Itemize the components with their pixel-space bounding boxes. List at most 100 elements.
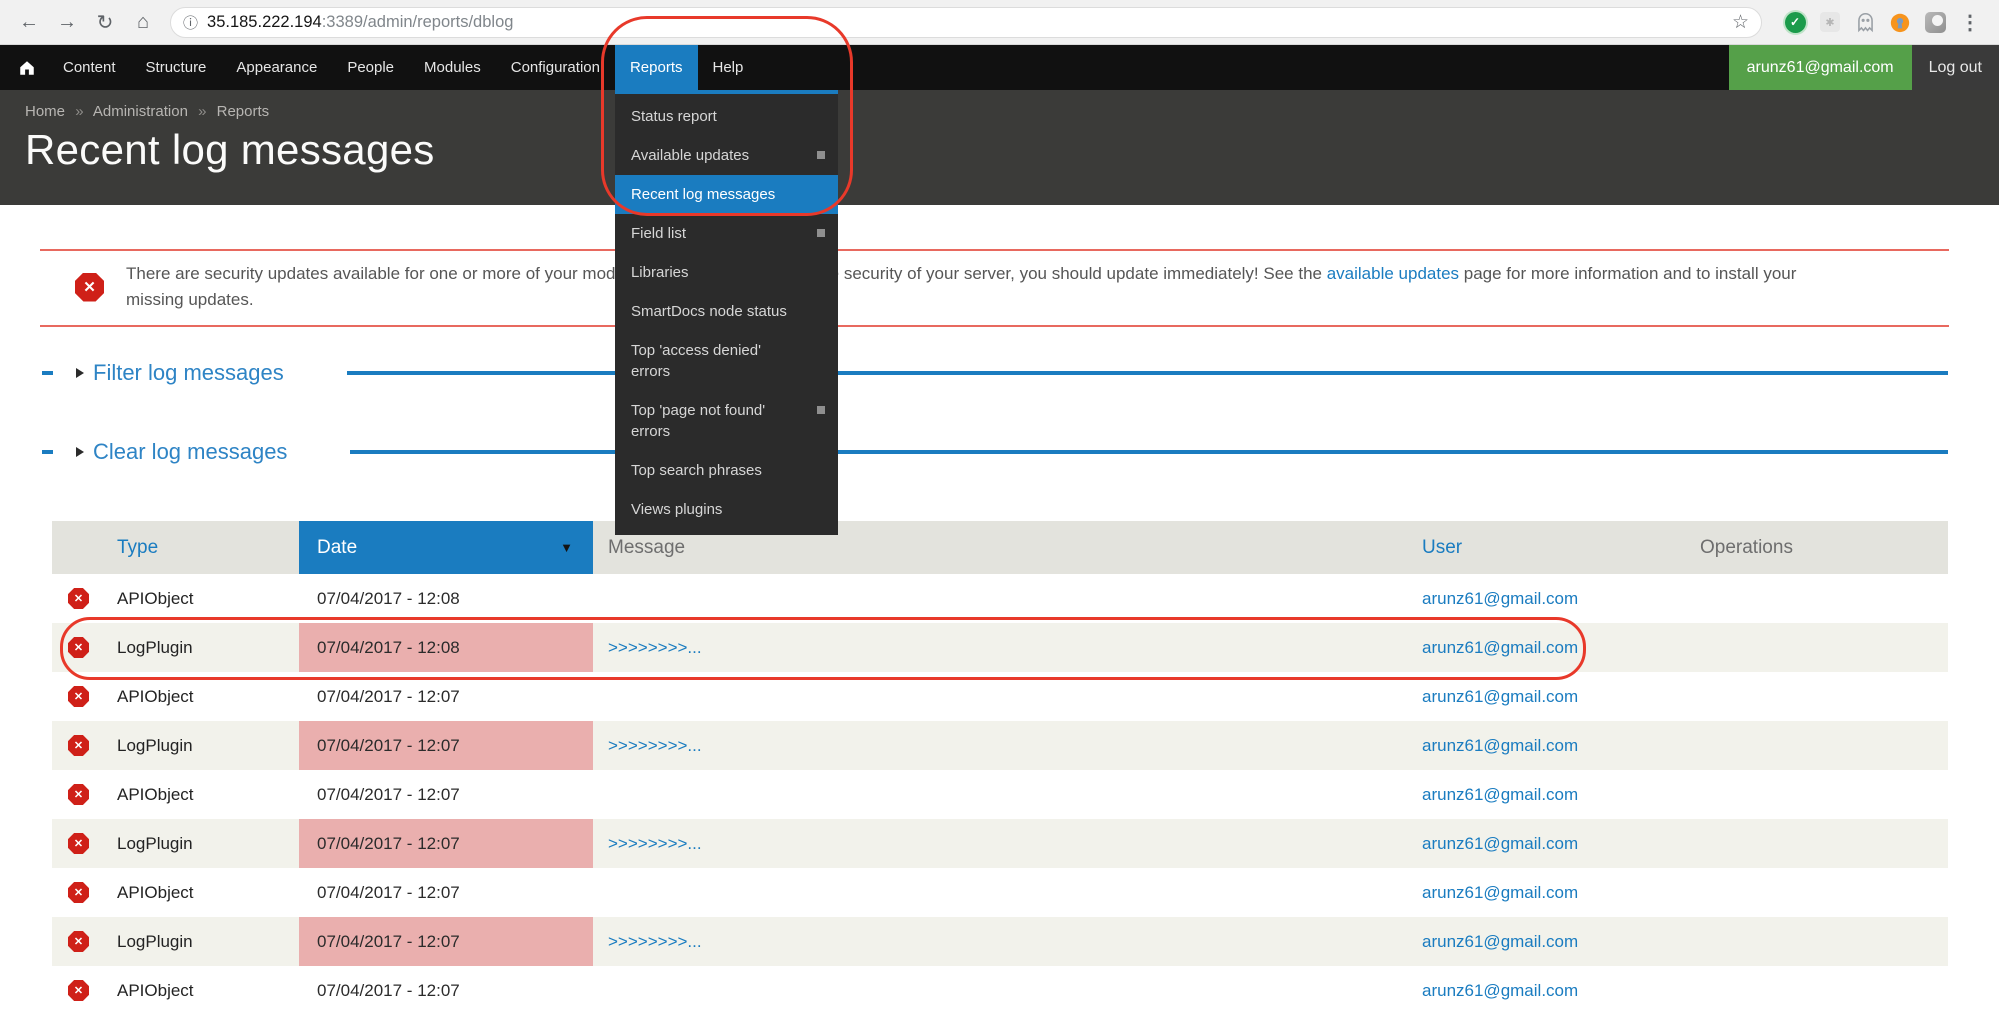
- reports-dropdown: Status report Available updates Recent l…: [615, 90, 838, 535]
- shortcut-square-icon: [817, 406, 825, 414]
- refresh-icon[interactable]: ↻: [88, 5, 122, 39]
- table-row: ✕ APIObject 07/04/2017 - 12:07 arunz61@g…: [52, 672, 1948, 721]
- back-icon[interactable]: ←: [12, 5, 46, 39]
- error-octagon-icon: ✕: [68, 588, 89, 609]
- column-header-user[interactable]: User: [1422, 537, 1462, 559]
- page-title: Recent log messages: [25, 126, 1999, 174]
- breadcrumb-administration-link[interactable]: Administration: [93, 103, 188, 120]
- breadcrumb-home-link[interactable]: Home: [25, 103, 65, 120]
- fieldset-divider-line: [347, 371, 1948, 375]
- menu-item-top-page-not-found[interactable]: Top 'page not found' errors: [615, 391, 838, 451]
- main-content: ✕ There are security updates available f…: [0, 249, 1999, 1015]
- forward-icon[interactable]: →: [50, 5, 84, 39]
- table-row: ✕ APIObject 07/04/2017 - 12:07 arunz61@g…: [52, 868, 1948, 917]
- address-bar[interactable]: ⓘ 35.185.222.194:3389/admin/reports/dblo…: [170, 7, 1762, 38]
- clear-log-messages-fieldset: Clear log messages: [42, 437, 1948, 467]
- toolbar-item-appearance[interactable]: Appearance: [221, 45, 332, 90]
- vpn-keyhole-extension-icon[interactable]: [1889, 11, 1911, 33]
- user-link[interactable]: arunz61@gmail.com: [1422, 834, 1578, 854]
- user-link[interactable]: arunz61@gmail.com: [1422, 932, 1578, 952]
- page-info-icon[interactable]: ⓘ: [183, 12, 198, 33]
- collapse-dash-icon: [42, 450, 53, 454]
- menu-item-recent-log-messages[interactable]: Recent log messages: [615, 175, 838, 214]
- column-header-type[interactable]: Type: [117, 537, 158, 559]
- green-check-extension-icon[interactable]: ✓: [1784, 11, 1806, 33]
- collapsed-triangle-icon: [76, 368, 84, 378]
- menu-item-libraries[interactable]: Libraries: [615, 253, 838, 292]
- error-octagon-icon: ✕: [75, 273, 104, 302]
- bookmark-star-icon[interactable]: ☆: [1732, 11, 1749, 34]
- breadcrumb-reports-link[interactable]: Reports: [217, 103, 270, 120]
- admin-home-icon[interactable]: [6, 45, 48, 90]
- browser-toolbar: ← → ↻ ⌂ ⓘ 35.185.222.194:3389/admin/repo…: [0, 0, 1999, 45]
- collapse-dash-icon: [42, 371, 53, 375]
- highlighted-date-cell: 07/04/2017 - 12:07: [299, 819, 593, 868]
- url-text: 35.185.222.194:3389/admin/reports/dblog: [207, 13, 1724, 32]
- table-row-annotated: ✕ LogPlugin 07/04/2017 - 12:08 >>>>>>>>.…: [52, 623, 1948, 672]
- disabled-extension-icon[interactable]: ✱: [1819, 11, 1841, 33]
- toolbar-item-configuration[interactable]: Configuration: [496, 45, 615, 90]
- message-link[interactable]: >>>>>>>>...: [608, 834, 702, 854]
- table-row: ✕ APIObject 07/04/2017 - 12:07 arunz61@g…: [52, 770, 1948, 819]
- menu-item-field-list[interactable]: Field list: [615, 214, 838, 253]
- collapsed-triangle-icon: [76, 447, 84, 457]
- sort-desc-icon: ▼: [560, 540, 573, 555]
- message-link[interactable]: >>>>>>>>...: [608, 932, 702, 952]
- browser-home-icon[interactable]: ⌂: [126, 5, 160, 39]
- filter-log-messages-toggle[interactable]: Filter log messages: [93, 360, 284, 386]
- error-octagon-icon: ✕: [68, 882, 89, 903]
- user-link[interactable]: arunz61@gmail.com: [1422, 736, 1578, 756]
- menu-item-status-report[interactable]: Status report: [615, 97, 838, 136]
- url-path: :3389/admin/reports/dblog: [322, 13, 514, 31]
- warning-text: There are security updates available for…: [126, 261, 1949, 313]
- error-octagon-icon: ✕: [68, 637, 89, 658]
- error-octagon-icon: ✕: [68, 833, 89, 854]
- clear-log-messages-toggle[interactable]: Clear log messages: [93, 439, 287, 465]
- extension-tray: ✓ ✱ ⋮: [1774, 11, 1987, 33]
- breadcrumb-separator: »: [75, 103, 83, 120]
- user-account-badge[interactable]: arunz61@gmail.com: [1729, 45, 1912, 90]
- table-row: ✕ LogPlugin 07/04/2017 - 12:07 >>>>>>>>.…: [52, 819, 1948, 868]
- ghost-extension-icon[interactable]: [1854, 11, 1876, 33]
- column-header-date[interactable]: Date ▼: [299, 521, 593, 574]
- error-octagon-icon: ✕: [68, 980, 89, 1001]
- table-row: ✕ LogPlugin 07/04/2017 - 12:07 >>>>>>>>.…: [52, 721, 1948, 770]
- table-row: ✕ LogPlugin 07/04/2017 - 12:07 >>>>>>>>.…: [52, 917, 1948, 966]
- toolbar-item-structure[interactable]: Structure: [131, 45, 222, 90]
- user-link[interactable]: arunz61@gmail.com: [1422, 785, 1578, 805]
- toolbar-item-people[interactable]: People: [332, 45, 409, 90]
- user-link[interactable]: arunz61@gmail.com: [1422, 589, 1578, 609]
- toolbar-item-modules[interactable]: Modules: [409, 45, 496, 90]
- toolbar-item-help[interactable]: Help: [698, 45, 759, 90]
- menu-item-top-access-denied[interactable]: Top 'access denied' errors: [615, 331, 838, 391]
- message-link[interactable]: >>>>>>>>...: [608, 736, 702, 756]
- browser-menu-icon[interactable]: ⋮: [1959, 11, 1981, 33]
- menu-item-views-plugins[interactable]: Views plugins: [615, 490, 838, 529]
- user-link[interactable]: arunz61@gmail.com: [1422, 883, 1578, 903]
- toolbar-item-reports[interactable]: Reports: [615, 45, 698, 90]
- toolbar-item-content[interactable]: Content: [48, 45, 131, 90]
- table-header-row: Type Date ▼ Message User Operations: [52, 521, 1948, 574]
- fieldset-divider-line: [350, 450, 1948, 454]
- user-link[interactable]: arunz61@gmail.com: [1422, 687, 1578, 707]
- admin-toolbar: Content Structure Appearance People Modu…: [0, 45, 1999, 90]
- available-updates-link[interactable]: available updates: [1327, 264, 1459, 283]
- menu-item-top-search-phrases[interactable]: Top search phrases: [615, 451, 838, 490]
- logout-button[interactable]: Log out: [1912, 45, 1999, 90]
- user-link[interactable]: arunz61@gmail.com: [1422, 981, 1578, 1001]
- user-link[interactable]: arunz61@gmail.com: [1422, 638, 1578, 658]
- toolbar-account-area: arunz61@gmail.com Log out: [1729, 45, 1999, 90]
- gray-square-extension-icon[interactable]: [1924, 11, 1946, 33]
- page-header: Home » Administration » Reports Recent l…: [0, 90, 1999, 205]
- highlighted-date-cell: 07/04/2017 - 12:07: [299, 917, 593, 966]
- message-link[interactable]: >>>>>>>>...: [608, 638, 702, 658]
- security-warning-message: ✕ There are security updates available f…: [40, 249, 1949, 327]
- reports-menu-container: Reports Status report Available updates …: [615, 45, 698, 90]
- error-octagon-icon: ✕: [68, 784, 89, 805]
- shortcut-square-icon: [817, 151, 825, 159]
- table-row: ✕ APIObject 07/04/2017 - 12:08 arunz61@g…: [52, 574, 1948, 623]
- column-header-operations: Operations: [1700, 537, 1793, 559]
- menu-item-smartdocs-node-status[interactable]: SmartDocs node status: [615, 292, 838, 331]
- menu-item-available-updates[interactable]: Available updates: [615, 136, 838, 175]
- column-header-message: Message: [608, 537, 685, 559]
